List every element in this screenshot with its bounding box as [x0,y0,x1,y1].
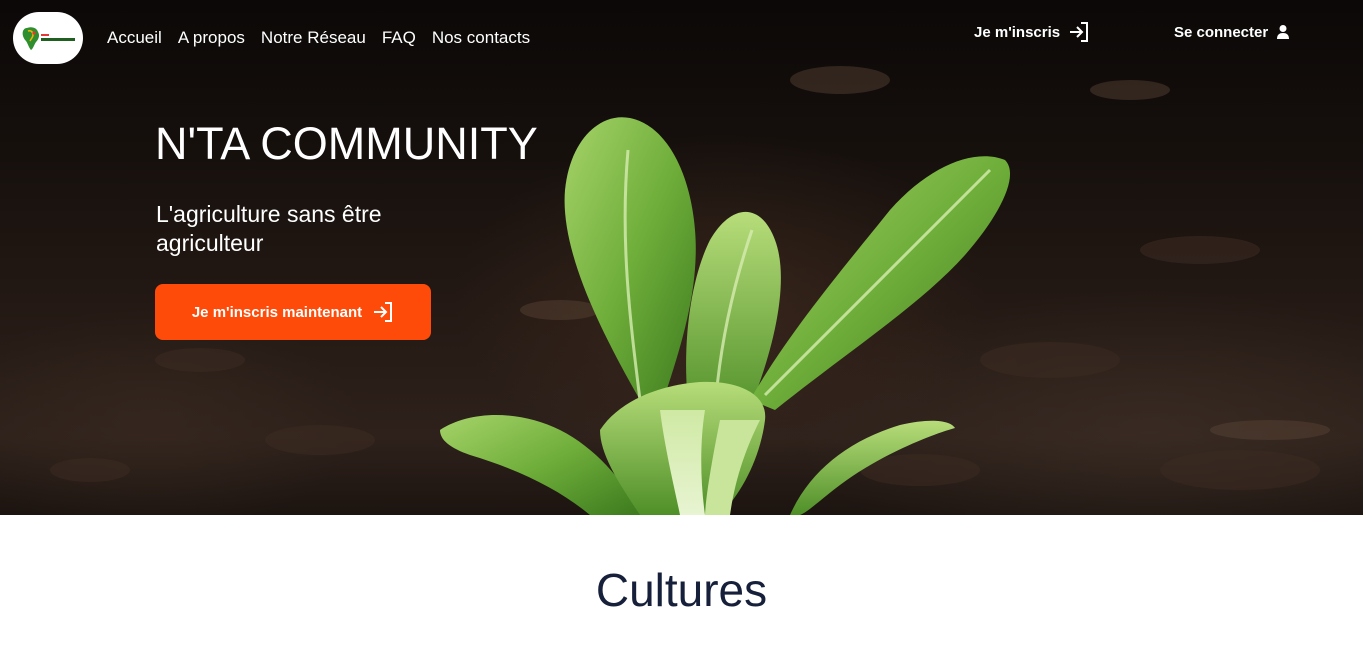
hero-banner: Accueil A propos Notre Réseau FAQ Nos co… [0,0,1363,515]
africa-logo-icon [22,27,75,50]
hero-title: N'TA COMMUNITY [155,118,538,169]
main-navigation: Accueil A propos Notre Réseau FAQ Nos co… [107,28,530,48]
nav-link-notre-reseau[interactable]: Notre Réseau [261,28,366,48]
nav-link-accueil[interactable]: Accueil [107,28,162,48]
nav-link-a-propos[interactable]: A propos [178,28,245,48]
sign-in-arrow-icon [1070,22,1089,42]
nav-link-nos-contacts[interactable]: Nos contacts [432,28,530,48]
login-link-label: Se connecter [1174,23,1269,41]
login-link[interactable]: Se connecter [1174,20,1290,44]
user-icon [1277,25,1290,39]
signup-now-label: Je m'inscris maintenant [191,303,363,321]
nav-link-faq[interactable]: FAQ [382,28,416,48]
signup-link-label: Je m'inscris [974,23,1061,41]
site-logo[interactable] [13,12,83,64]
signup-now-button[interactable]: Je m'inscris maintenant [155,284,431,340]
hero-subtitle: L'agriculture sans être agriculteur [156,201,382,256]
cultures-section-title: Cultures [595,564,768,616]
signup-link[interactable]: Je m'inscris [974,20,1090,44]
sign-in-arrow-icon [374,302,393,322]
